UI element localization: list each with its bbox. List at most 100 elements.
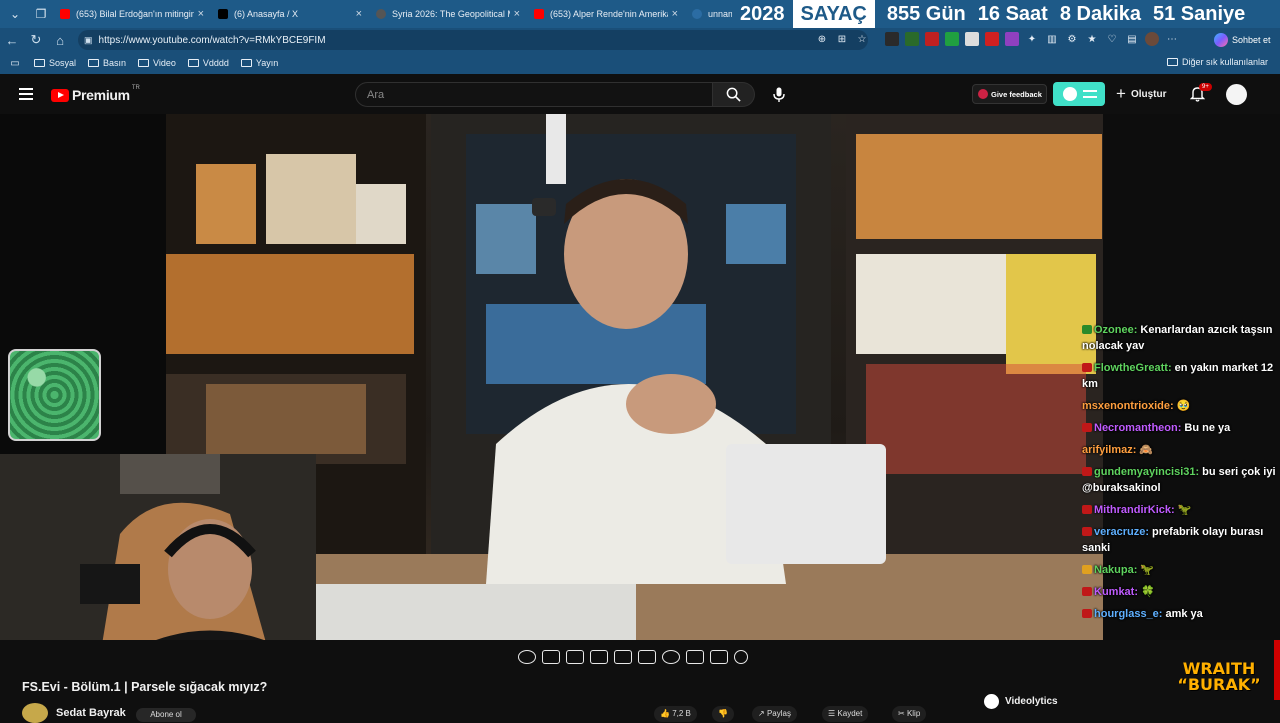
chat-text: 🦖 — [1177, 504, 1192, 516]
channel-name[interactable]: Sedat Bayrak — [56, 707, 126, 719]
tab-label: Syria 2026: The Geopolitical Map — [392, 9, 510, 19]
workspaces-icon[interactable]: ❐ — [30, 3, 52, 25]
chat-badge-icon — [1082, 527, 1092, 536]
translate-icon[interactable]: ⊕ — [815, 32, 829, 46]
videolytics-panel[interactable]: Videolytics — [984, 694, 1058, 709]
audio-wave-icon[interactable] — [542, 650, 560, 664]
search-icon — [726, 87, 741, 102]
address-bar-row: ← ↻ ⌂ ▣ https://www.youtube.com/watch?v=… — [0, 28, 1280, 52]
frame-icon[interactable] — [686, 650, 704, 664]
copilot-chat-button[interactable]: Sohbet et — [1214, 31, 1271, 49]
extension-icon[interactable] — [1005, 32, 1019, 46]
hamburger-menu-icon[interactable] — [19, 88, 33, 100]
apps-icon[interactable]: ⊞ — [835, 32, 849, 46]
heart-icon[interactable]: ♡ — [1105, 32, 1119, 46]
bookmark-label: Video — [153, 58, 176, 68]
chat-text: 🥹 — [1176, 400, 1191, 412]
tab-close-icon[interactable]: × — [198, 8, 204, 20]
search-input[interactable]: Ara — [355, 82, 713, 107]
extension-icon[interactable] — [945, 32, 959, 46]
cinema-icon[interactable] — [614, 650, 632, 664]
settings-gear-icon[interactable]: ⚙ — [1065, 32, 1079, 46]
profile-avatar-icon[interactable] — [1145, 32, 1159, 46]
logo-text: Premium — [72, 87, 130, 103]
chat-badge-icon — [1082, 325, 1092, 334]
counter-days: 855 Gün — [886, 3, 966, 25]
loop-icon[interactable] — [518, 650, 536, 664]
channel-avatar[interactable] — [22, 703, 48, 723]
voice-search-button[interactable] — [766, 82, 792, 107]
chat-text: 🙈 — [1139, 444, 1154, 456]
give-feedback-button[interactable]: Give feedback — [972, 84, 1047, 104]
chat-message: veracruze: prefabrik olayı burası sanki — [1082, 524, 1280, 556]
share-arrow-icon: ↗ — [758, 709, 767, 718]
tab-label: (6) Anasayfa / X — [234, 9, 299, 19]
create-button[interactable]: + Oluştur — [1116, 84, 1167, 104]
folder-icon — [138, 59, 150, 67]
player-settings-gear-icon[interactable] — [734, 650, 748, 664]
chat-text: Bu ne ya — [1184, 422, 1231, 434]
favorite-star-icon[interactable]: ☆ — [855, 32, 869, 46]
toggle-knob-icon — [1063, 87, 1077, 101]
extension-toggle-button[interactable] — [1053, 82, 1105, 106]
bookmark-folder[interactable]: Yayın — [240, 58, 278, 68]
bookmarks-bar: ▭ Sosyal Basın Video Vdddd Yayın Diğer s… — [0, 52, 1280, 74]
other-bookmarks[interactable]: Diğer sık kullanılanlar — [1166, 57, 1268, 67]
site-info-icon[interactable]: ▣ — [84, 35, 93, 46]
video-player[interactable]: Ozonee: Kenarlardan azıcık taşsın nolacak… — [0, 114, 1280, 640]
browser-tab[interactable]: (653) Bilal Erdoğan'ın mitingine k × — [54, 2, 210, 26]
chat-username: Nakupa: — [1094, 564, 1138, 576]
reload-icon[interactable]: ↻ — [24, 28, 48, 52]
collections-icon[interactable]: ▤ — [1125, 32, 1139, 46]
split-screen-icon[interactable]: ▥ — [1045, 32, 1059, 46]
chat-username: gundemyayincisi31: — [1094, 466, 1200, 478]
chat-username: msxenontrioxide: — [1082, 400, 1174, 412]
chat-message: Ozonee: Kenarlardan azıcık taşsın nolacak… — [1082, 322, 1280, 354]
folder-icon — [1166, 58, 1178, 66]
youtube-premium-logo[interactable]: Premium TR — [51, 85, 140, 103]
bookmark-folder[interactable]: Vdddd — [187, 58, 229, 68]
streamer-webcam — [0, 454, 316, 640]
tab-close-icon[interactable]: × — [672, 8, 678, 20]
more-menu-icon[interactable]: ⋯ — [1165, 32, 1179, 46]
channel-info[interactable]: Sedat Bayrak — [22, 703, 126, 723]
site-favicon-icon — [376, 9, 386, 19]
extension-icon[interactable] — [885, 32, 899, 46]
extension-icon[interactable] — [905, 32, 919, 46]
home-icon[interactable]: ⌂ — [48, 28, 72, 52]
tab-close-icon[interactable]: × — [356, 8, 362, 20]
speed-icon[interactable] — [662, 650, 680, 664]
account-avatar[interactable] — [1226, 84, 1247, 105]
reading-list-icon[interactable]: ▭ — [8, 56, 22, 70]
browser-tab[interactable]: (6) Anasayfa / X × — [212, 2, 368, 26]
extension-icon[interactable] — [965, 32, 979, 46]
chat-message: Kumkat: 🍀 — [1082, 584, 1280, 600]
chat-message: Nakupa: 🦖 — [1082, 562, 1280, 578]
videolytics-icon — [984, 694, 999, 709]
chat-text: amk ya — [1165, 608, 1203, 620]
favorites-icon[interactable]: ★ — [1085, 32, 1099, 46]
countdown-overlay: 2028 SAYAÇ 855 Gün 16 Saat 8 Dakika 51 S… — [732, 0, 1280, 28]
url-field[interactable]: ▣ https://www.youtube.com/watch?v=RMkYBC… — [78, 30, 868, 50]
bookmark-folder[interactable]: Sosyal — [34, 58, 76, 68]
extensions-puzzle-icon[interactable]: ✦ — [1025, 32, 1039, 46]
bookmark-folder[interactable]: Video — [138, 58, 176, 68]
folder-icon — [187, 59, 199, 67]
extension-icon[interactable] — [985, 32, 999, 46]
browser-tab[interactable]: (653) Alper Rende'nin Amerikan k × — [528, 2, 684, 26]
feedback-label: Give feedback — [991, 89, 1042, 99]
extension-icon[interactable] — [925, 32, 939, 46]
chat-username: hourglass_e: — [1094, 608, 1163, 620]
screenshot-camera-icon[interactable] — [710, 650, 728, 664]
browser-tab[interactable]: Syria 2026: The Geopolitical Map × — [370, 2, 526, 26]
preview-icon[interactable] — [566, 650, 584, 664]
search-button[interactable] — [713, 82, 755, 107]
film-icon[interactable] — [590, 650, 608, 664]
tab-list-dropdown-icon[interactable]: ⌄ — [4, 3, 26, 25]
tab-close-icon[interactable]: × — [514, 8, 520, 20]
crop-icon[interactable] — [638, 650, 656, 664]
back-icon[interactable]: ← — [0, 28, 24, 52]
chat-message: arifyilmaz: 🙈 — [1082, 442, 1280, 458]
chat-message: FlowtheGreatt: en yakın market 12 km — [1082, 360, 1280, 392]
bookmark-folder[interactable]: Basın — [88, 58, 126, 68]
